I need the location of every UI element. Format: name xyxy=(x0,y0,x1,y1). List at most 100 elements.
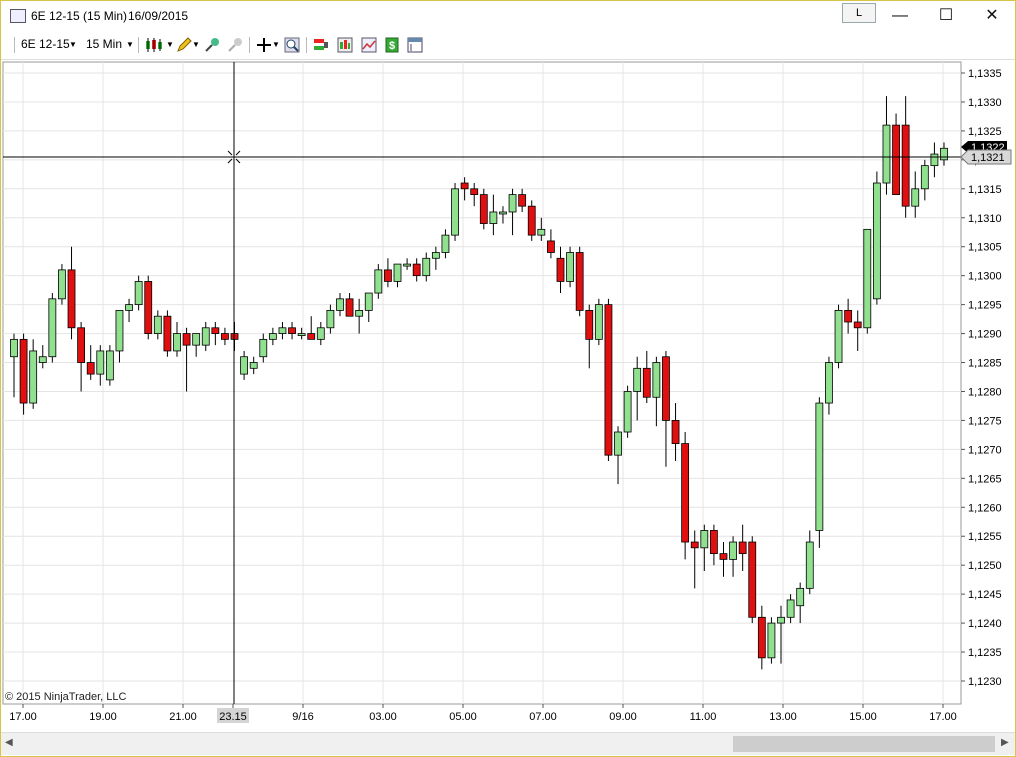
crosshair-icon[interactable] xyxy=(256,37,272,53)
maximize-button[interactable]: ☐ xyxy=(923,1,969,31)
candle-body xyxy=(719,553,728,560)
price-axis-label: 1,1270 xyxy=(968,444,1002,456)
chart-panel[interactable]: 1,13351,13301,13251,13201,13151,13101,13… xyxy=(1,60,1015,732)
candle-body xyxy=(940,147,948,161)
candle-body xyxy=(642,367,651,398)
candle-body xyxy=(709,530,718,555)
svg-text:$: $ xyxy=(389,40,395,52)
candle-body xyxy=(805,541,814,589)
candle-body xyxy=(729,541,737,560)
chart-properties-icon[interactable] xyxy=(361,37,377,53)
candle-body xyxy=(336,298,344,311)
candle-body xyxy=(134,281,143,306)
time-axis-label: 17.00 xyxy=(9,711,37,723)
pencil-icon[interactable] xyxy=(176,37,192,53)
candle-body xyxy=(182,333,191,346)
candle-body xyxy=(844,310,853,323)
title-bar[interactable]: 6E 12-15 (15 Min) 16/09/2015 L — ☐ ✕ xyxy=(1,1,1015,31)
indicators-icon[interactable] xyxy=(337,37,353,53)
zoom-icon[interactable] xyxy=(284,37,300,53)
candle-body xyxy=(384,269,392,282)
price-axis-label: 1,1260 xyxy=(968,502,1002,514)
instrument-selector[interactable]: 6E 12-15 xyxy=(21,37,70,51)
time-axis-label: 09.00 xyxy=(609,711,637,723)
candle-body xyxy=(547,240,555,253)
time-axis-label: 23.15 xyxy=(219,711,247,723)
price-axis-label: 1,1310 xyxy=(968,213,1002,225)
window-title-date: 16/09/2015 xyxy=(128,9,189,23)
price-axis-label: 1,1235 xyxy=(968,647,1002,659)
candle-body xyxy=(777,616,785,624)
candle-body xyxy=(575,252,584,311)
candle-body xyxy=(767,622,776,659)
candle-body xyxy=(393,263,402,282)
candle-body xyxy=(690,541,699,549)
time-axis-label: 07.00 xyxy=(529,711,557,723)
candle-body xyxy=(527,205,536,236)
draw-caret-icon[interactable]: ▼ xyxy=(192,40,200,49)
minimize-button[interactable]: — xyxy=(877,1,923,31)
price-axis-label: 1,1265 xyxy=(968,473,1002,485)
candle-body xyxy=(412,263,421,277)
time-axis-label: 05.00 xyxy=(449,711,477,723)
interval-selector[interactable]: 15 Min xyxy=(86,37,122,51)
candle-body xyxy=(19,338,28,404)
chart-window: 6E 12-15 (15 Min) 16/09/2015 L — ☐ ✕ 6E … xyxy=(0,0,1016,757)
candle-body xyxy=(585,310,594,340)
candle-body xyxy=(786,599,795,618)
close-button[interactable]: ✕ xyxy=(969,1,1015,31)
candle-body xyxy=(863,228,872,329)
style-caret-icon[interactable]: ▼ xyxy=(166,40,174,49)
candle-body xyxy=(29,350,38,404)
time-axis-label: 11.00 xyxy=(690,711,717,723)
crosshair-price-label: 1,1321 xyxy=(971,152,1005,164)
link-button[interactable]: L xyxy=(842,3,876,23)
pin-disabled-icon[interactable] xyxy=(227,37,243,53)
candle-body xyxy=(403,263,411,267)
scroll-right-arrow-icon[interactable]: ▶ xyxy=(1001,737,1009,748)
candle-body xyxy=(451,188,459,236)
interval-caret-icon[interactable]: ▼ xyxy=(126,40,134,49)
strategies-icon[interactable] xyxy=(313,37,329,53)
candle-body xyxy=(489,211,498,224)
candle-body xyxy=(249,362,258,369)
candle-body xyxy=(556,257,565,282)
price-axis-label: 1,1295 xyxy=(968,300,1002,312)
price-axis-label: 1,1250 xyxy=(968,560,1002,572)
candle-body xyxy=(441,234,450,253)
candle-body xyxy=(508,194,517,213)
candle-body xyxy=(307,333,316,340)
price-axis-label: 1,1245 xyxy=(968,589,1002,601)
candle-body xyxy=(211,327,220,334)
candle-body xyxy=(594,304,603,340)
candle-body xyxy=(633,367,642,392)
instrument-caret-icon[interactable]: ▼ xyxy=(69,40,77,49)
candle-body xyxy=(882,124,891,184)
candlestick-style-icon[interactable] xyxy=(145,37,167,53)
price-axis-label: 1,1305 xyxy=(968,242,1002,254)
price-axis-label: 1,1275 xyxy=(968,415,1002,427)
data-box-icon[interactable] xyxy=(407,37,423,53)
candle-body xyxy=(297,333,306,336)
candle-body xyxy=(815,402,824,531)
candle-body xyxy=(230,333,239,340)
candle-body xyxy=(671,420,680,444)
candle-body xyxy=(221,333,229,340)
toolbar-divider xyxy=(306,37,307,53)
candle-body xyxy=(355,310,364,317)
candle-body xyxy=(537,228,546,236)
candle-body xyxy=(604,304,613,456)
candle-body xyxy=(652,362,661,398)
candlestick-chart[interactable]: 1,13351,13301,13251,13201,13151,13101,13… xyxy=(1,60,1015,732)
time-axis-label: 19.00 xyxy=(89,711,117,723)
scrollbar-thumb[interactable] xyxy=(733,736,995,752)
candle-body xyxy=(834,310,843,363)
chart-app-icon xyxy=(10,9,26,23)
pin-icon[interactable] xyxy=(204,37,220,53)
dollar-icon[interactable]: $ xyxy=(384,37,400,53)
crosshair-caret-icon[interactable]: ▼ xyxy=(272,40,280,49)
scroll-left-arrow-icon[interactable]: ◀ xyxy=(5,737,13,748)
horizontal-scrollbar[interactable]: ◀ ▶ xyxy=(1,732,1015,755)
window-title: 6E 12-15 (15 Min) xyxy=(31,9,128,23)
candle-body xyxy=(259,338,268,358)
